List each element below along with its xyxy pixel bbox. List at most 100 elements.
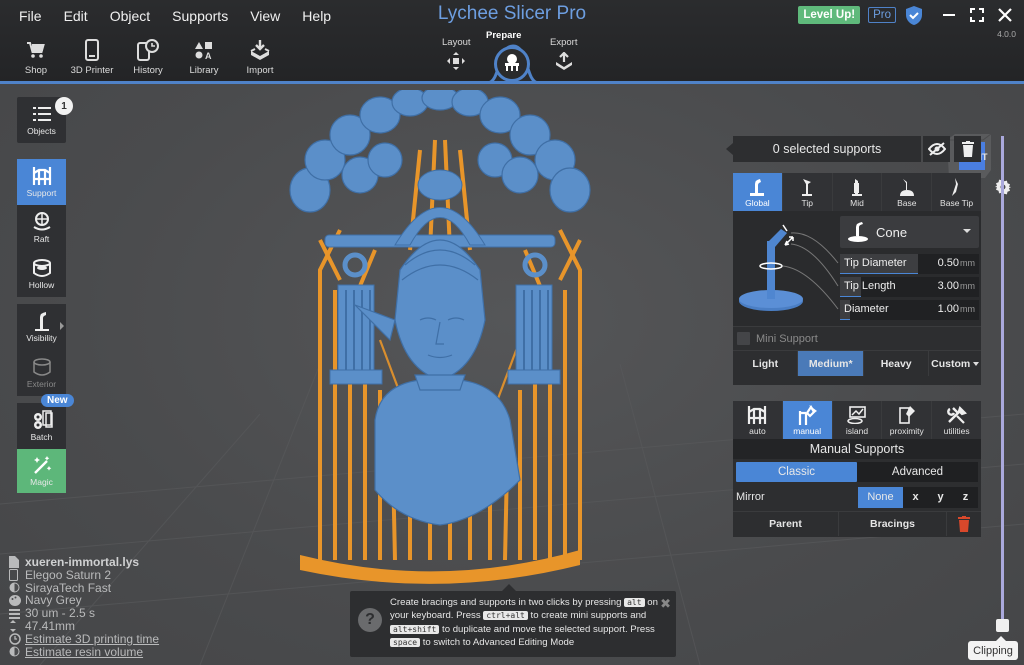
hint-text: Create bracings and supports in two clic… bbox=[390, 597, 658, 648]
minimize-button[interactable] bbox=[938, 5, 960, 25]
density-heavy[interactable]: Heavy bbox=[864, 351, 930, 376]
sidebar-item-batch[interactable]: Batch bbox=[17, 403, 66, 449]
library-button[interactable]: A Library bbox=[176, 38, 232, 76]
selection-caret bbox=[726, 143, 733, 155]
support-model-icon bbox=[503, 53, 521, 76]
sidebar-item-exterior[interactable]: Exterior bbox=[17, 350, 66, 396]
hollow-icon bbox=[32, 258, 52, 278]
diameter-field[interactable]: Diameter 1.00mm bbox=[840, 300, 979, 320]
tab-prepare-label: Prepare bbox=[486, 30, 522, 41]
tab-base-tip[interactable]: Base Tip bbox=[932, 173, 981, 211]
tab-prepare[interactable]: Prepare bbox=[486, 30, 521, 41]
mirror-x[interactable]: x bbox=[903, 487, 928, 508]
info-estimate-time: Estimate 3D printing time bbox=[9, 632, 159, 646]
tab-manual[interactable]: manual bbox=[782, 401, 833, 439]
parent-button[interactable]: Parent bbox=[733, 512, 839, 536]
kbd-ctrl-alt: ctrl+alt bbox=[483, 611, 528, 621]
tab-export[interactable]: Export bbox=[550, 37, 577, 75]
objects-label: Objects bbox=[27, 126, 56, 136]
prepare-mode-button[interactable] bbox=[494, 46, 530, 82]
batch-gears-icon bbox=[31, 410, 53, 430]
tab-global[interactable]: Global bbox=[733, 173, 783, 211]
history-label: History bbox=[133, 65, 163, 76]
selected-supports-count: 0 selected supports bbox=[733, 136, 921, 162]
density-custom-dropdown[interactable]: Custom bbox=[929, 351, 981, 376]
raft-icon bbox=[32, 212, 52, 232]
menu-edit[interactable]: Edit bbox=[53, 6, 99, 26]
fullscreen-button[interactable] bbox=[966, 5, 988, 25]
support-preview-illustration bbox=[739, 224, 839, 311]
tab-layout[interactable]: Layout bbox=[442, 37, 471, 75]
clipping-slider-handle[interactable] bbox=[996, 619, 1009, 632]
density-light[interactable]: Light bbox=[733, 351, 799, 376]
close-window-button[interactable] bbox=[994, 5, 1016, 25]
shield-check-icon[interactable] bbox=[906, 5, 922, 25]
objects-count-badge: 1 bbox=[55, 97, 73, 115]
magic-label: Magic bbox=[30, 477, 53, 487]
toggle-visibility-button[interactable] bbox=[923, 136, 950, 162]
support-tools-panel: auto manual island proximity utilities M… bbox=[733, 401, 981, 537]
density-medium[interactable]: Medium* bbox=[798, 351, 864, 376]
base-support-icon bbox=[899, 177, 915, 197]
minimize-icon bbox=[943, 14, 955, 16]
menu-supports[interactable]: Supports bbox=[161, 6, 239, 26]
mini-support-checkbox[interactable] bbox=[737, 332, 750, 345]
menu-object[interactable]: Object bbox=[99, 6, 161, 26]
chevron-down-icon bbox=[963, 229, 971, 233]
mode-classic[interactable]: Classic bbox=[736, 462, 857, 482]
list-icon bbox=[32, 104, 51, 124]
support-icon bbox=[32, 166, 52, 186]
shop-label: Shop bbox=[24, 65, 48, 76]
estimate-resin-link[interactable]: Estimate resin volume bbox=[25, 645, 143, 659]
3d-model-with-supports[interactable] bbox=[280, 90, 600, 590]
kbd-space: space bbox=[390, 637, 421, 647]
sidebar-item-support[interactable]: Support bbox=[17, 159, 66, 205]
3d-printer-button[interactable]: 3D Printer bbox=[64, 38, 120, 76]
manual-support-icon bbox=[797, 404, 818, 425]
import-icon bbox=[249, 38, 271, 62]
estimate-time-link[interactable]: Estimate 3D printing time bbox=[25, 632, 159, 646]
clipping-slider-track[interactable] bbox=[1001, 136, 1004, 622]
print-info: xueren-immortal.lys Elegoo Saturn 2 Sira… bbox=[9, 556, 159, 658]
mode-advanced[interactable]: Advanced bbox=[857, 462, 978, 482]
kbd-alt: alt bbox=[624, 598, 645, 607]
raft-base bbox=[300, 550, 580, 584]
tip-diameter-field[interactable]: Tip Diameter 0.50mm bbox=[840, 254, 979, 274]
tab-utilities[interactable]: utilities bbox=[932, 401, 981, 439]
sidebar-item-magic[interactable]: Magic bbox=[17, 449, 66, 493]
menu-view[interactable]: View bbox=[239, 6, 291, 26]
tab-tip[interactable]: Tip bbox=[782, 173, 833, 211]
shop-button[interactable]: Shop bbox=[8, 38, 64, 76]
delete-selected-button[interactable] bbox=[954, 136, 981, 162]
bracings-button[interactable]: Bracings bbox=[839, 512, 947, 536]
tab-mid[interactable]: Mid bbox=[832, 173, 883, 211]
menu-help[interactable]: Help bbox=[291, 6, 342, 26]
hint-close-button[interactable]: ✖ bbox=[660, 596, 671, 612]
tip-length-field[interactable]: Tip Length 3.00mm bbox=[840, 277, 979, 297]
sidebar-item-raft[interactable]: Raft bbox=[17, 205, 66, 251]
menu-file[interactable]: File bbox=[8, 6, 53, 26]
mirror-none[interactable]: None bbox=[858, 486, 903, 508]
mirror-z[interactable]: z bbox=[953, 487, 978, 508]
header-right: Level Up! Pro bbox=[798, 5, 1016, 25]
pro-badge[interactable]: Pro bbox=[868, 7, 896, 23]
mirror-y[interactable]: y bbox=[928, 487, 953, 508]
history-button[interactable]: History bbox=[120, 38, 176, 76]
sidebar-item-hollow[interactable]: Hollow bbox=[17, 251, 66, 297]
tab-island[interactable]: island bbox=[832, 401, 883, 439]
sidebar-item-visibility[interactable]: Visibility bbox=[17, 304, 66, 350]
tab-auto[interactable]: auto bbox=[733, 401, 783, 439]
tab-base[interactable]: Base bbox=[882, 173, 933, 211]
support-settings-panel: Global Tip Mid Base Base Tip Cone Tip Di… bbox=[733, 173, 981, 385]
hollow-label: Hollow bbox=[28, 280, 55, 290]
delete-supports-button[interactable] bbox=[947, 512, 981, 536]
menu-bar: File Edit Object Supports View Help bbox=[8, 6, 342, 26]
tab-proximity[interactable]: proximity bbox=[882, 401, 933, 439]
support-shape-dropdown[interactable]: Cone bbox=[840, 216, 979, 248]
level-up-button[interactable]: Level Up! bbox=[798, 6, 861, 24]
tab-export-label: Export bbox=[550, 37, 578, 48]
info-printer: Elegoo Saturn 2 bbox=[9, 568, 159, 582]
import-button[interactable]: Import bbox=[232, 38, 288, 76]
magic-wand-icon bbox=[32, 455, 52, 475]
palette-icon bbox=[9, 595, 25, 607]
